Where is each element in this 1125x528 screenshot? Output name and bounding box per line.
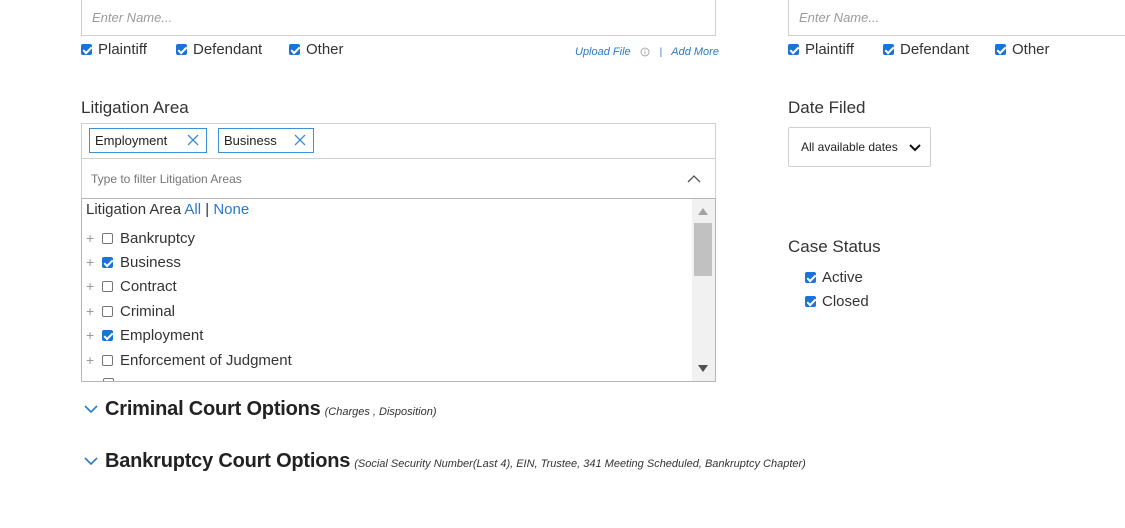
bankruptcy-court-options-toggle[interactable]: Bankruptcy Court Options (Social Securit… [105, 450, 806, 473]
litigation-area-heading: Litigation Area [81, 98, 189, 117]
select-all-link[interactable]: All [184, 201, 201, 218]
other-label: Other [1012, 41, 1050, 58]
close-icon[interactable] [186, 133, 200, 147]
expand-plus-icon[interactable]: + [86, 278, 100, 294]
tag-employment[interactable]: Employment [89, 128, 207, 153]
checkbox-icon[interactable] [995, 44, 1006, 55]
checkbox-icon[interactable] [102, 232, 113, 244]
expand-plus-icon[interactable]: + [86, 303, 100, 319]
checkbox-icon[interactable] [805, 272, 816, 283]
close-icon[interactable] [293, 133, 307, 147]
expand-plus-icon[interactable]: + [86, 327, 100, 343]
other-checkbox-right[interactable]: Other [995, 41, 1050, 58]
checkbox-icon[interactable] [102, 256, 113, 268]
closed-label: Closed [822, 293, 869, 310]
add-more-link[interactable]: Add More [671, 46, 719, 58]
plaintiff-label: Plaintiff [98, 41, 147, 58]
party-name-input[interactable] [81, 0, 716, 36]
chevron-up-icon[interactable] [687, 174, 701, 183]
date-filed-select[interactable]: All available dates [788, 127, 931, 167]
select-none-link[interactable]: None [213, 201, 249, 218]
party-name-input-right[interactable] [788, 0, 1125, 36]
litigation-filter-input[interactable] [82, 159, 672, 198]
litigation-filter-box [81, 158, 716, 199]
list-header: Litigation Area All | None [86, 201, 249, 218]
checkbox-icon[interactable] [102, 280, 113, 292]
list-item[interactable]: + Business [86, 252, 181, 272]
file-actions: Upload File | Add More [575, 46, 719, 58]
list-item[interactable]: + Bankruptcy [86, 228, 195, 248]
plaintiff-checkbox[interactable]: Plaintiff [81, 41, 147, 58]
list-scrollbar[interactable] [692, 199, 715, 381]
expand-plus-icon[interactable]: + [86, 254, 100, 270]
checkbox-icon[interactable] [805, 296, 816, 307]
scrollbar-thumb[interactable] [694, 223, 712, 276]
list-item-label: Contract [120, 277, 177, 295]
list-item[interactable]: + Contract [86, 276, 177, 296]
other-checkbox[interactable]: Other [289, 41, 344, 58]
checkbox-icon[interactable] [81, 44, 92, 55]
checkbox-icon [103, 378, 114, 381]
accordion-subtitle: (Charges , Disposition) [324, 406, 437, 418]
defendant-checkbox[interactable]: Defendant [176, 41, 262, 58]
info-icon[interactable] [640, 47, 650, 57]
list-item[interactable]: + Enforcement of Judgment [86, 350, 292, 370]
plaintiff-label: Plaintiff [805, 41, 854, 58]
litigation-tags-box[interactable]: Employment Business [81, 123, 716, 159]
case-status-heading: Case Status [788, 237, 881, 256]
list-item[interactable]: + Employment [86, 325, 203, 345]
list-item[interactable]: + Criminal [86, 301, 175, 321]
defendant-label: Defendant [900, 41, 970, 58]
checkbox-icon[interactable] [788, 44, 799, 55]
accordion-subtitle: (Social Security Number(Last 4), EIN, Tr… [354, 458, 806, 470]
checkbox-icon[interactable] [102, 329, 113, 341]
defendant-label: Defendant [193, 41, 263, 58]
link-separator: | [659, 46, 663, 58]
list-item-clipped [82, 374, 692, 381]
scroll-down-arrow-icon[interactable] [698, 365, 708, 372]
checkbox-icon[interactable] [289, 44, 300, 55]
list-item-label: Bankruptcy [120, 229, 196, 247]
plaintiff-checkbox-right[interactable]: Plaintiff [788, 41, 854, 58]
list-header-pipe: | [205, 201, 210, 218]
closed-checkbox[interactable]: Closed [805, 293, 869, 310]
date-filed-value: All available dates [801, 140, 898, 154]
chevron-down-icon[interactable] [909, 144, 921, 152]
tag-business[interactable]: Business [218, 128, 314, 153]
checkbox-icon[interactable] [176, 44, 187, 55]
tag-label: Employment [95, 133, 168, 148]
active-label: Active [822, 269, 863, 286]
active-checkbox[interactable]: Active [805, 269, 863, 286]
other-label: Other [306, 41, 344, 58]
list-item-label: Criminal [120, 302, 176, 320]
defendant-checkbox-right[interactable]: Defendant [883, 41, 969, 58]
checkbox-icon[interactable] [102, 305, 113, 317]
list-item-label: Business [120, 253, 181, 271]
accordion-title: Criminal Court Options [105, 398, 321, 420]
list-item-label: Enforcement of Judgment [120, 351, 292, 369]
list-item-label: Employment [120, 326, 204, 344]
tag-label: Business [224, 133, 277, 148]
list-header-label: Litigation Area [86, 201, 182, 218]
chevron-down-icon[interactable] [84, 456, 98, 466]
date-filed-heading: Date Filed [788, 98, 866, 117]
chevron-down-icon[interactable] [84, 404, 98, 414]
accordion-title: Bankruptcy Court Options [105, 450, 351, 472]
checkbox-icon[interactable] [102, 354, 113, 366]
upload-file-link[interactable]: Upload File [575, 46, 631, 58]
scroll-up-arrow-icon[interactable] [698, 208, 708, 215]
criminal-court-options-toggle[interactable]: Criminal Court Options (Charges , Dispos… [105, 398, 436, 421]
expand-plus-icon[interactable]: + [86, 230, 100, 246]
expand-plus-icon[interactable]: + [86, 352, 100, 368]
checkbox-icon[interactable] [883, 44, 894, 55]
